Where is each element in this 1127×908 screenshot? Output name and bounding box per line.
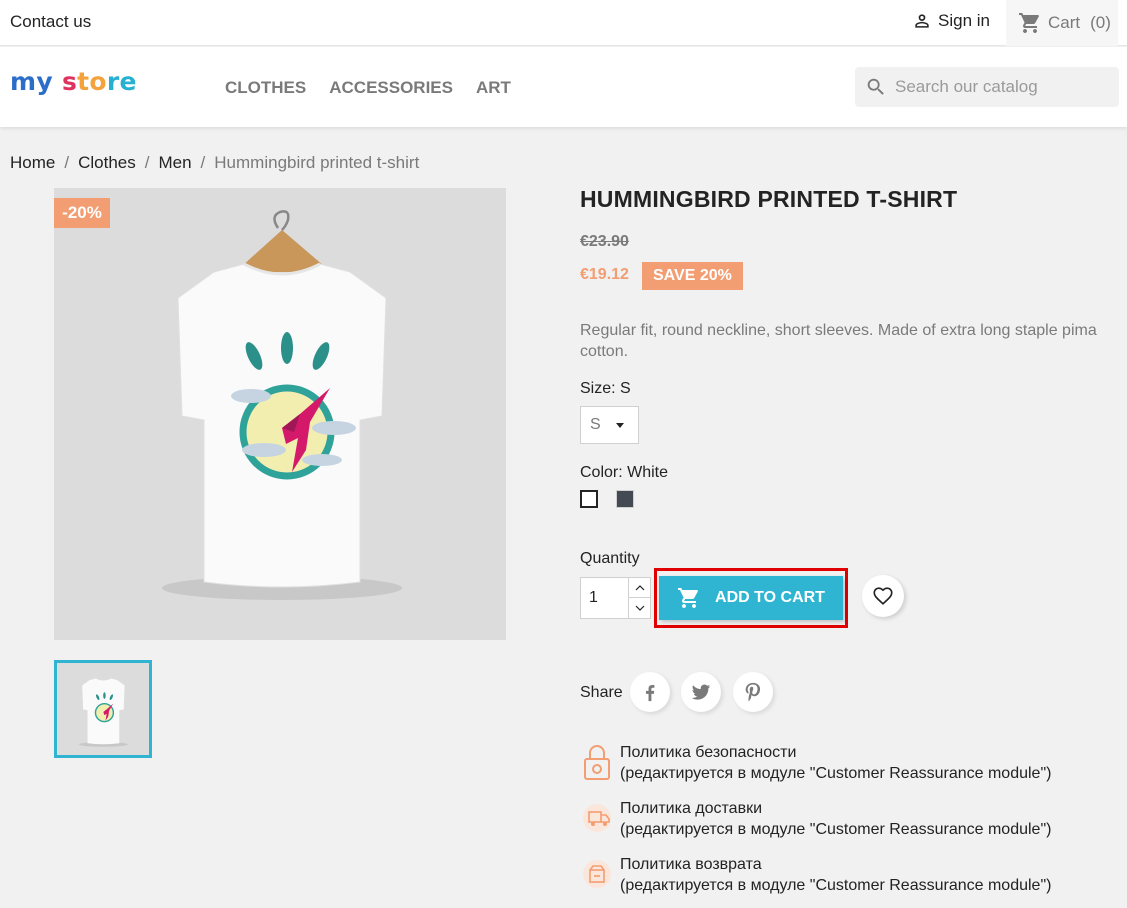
cart-button[interactable]: Cart (0)	[1006, 0, 1118, 46]
caret-down-icon	[616, 423, 624, 428]
reassurance-subtitle: (редактируется в модуле "Customer Reassu…	[620, 821, 1052, 838]
chevron-down-icon	[635, 605, 644, 611]
header: my store CLOTHES ACCESSORIES ART	[0, 47, 1127, 127]
color-swatch-white[interactable]	[580, 490, 598, 508]
size-select-value: S	[590, 416, 601, 433]
regular-price: €23.90	[580, 233, 629, 250]
reassurance-title: Политика доставки	[620, 800, 762, 817]
nav-item-art[interactable]: ART	[476, 78, 511, 98]
heart-icon	[873, 587, 893, 605]
share-label: Share	[580, 684, 623, 701]
breadcrumb-clothes[interactable]: Clothes	[78, 153, 136, 173]
reassurance-item-returns: Политика возврата (редактируется в модул…	[580, 854, 1100, 896]
breadcrumb-separator: /	[200, 153, 206, 172]
product-title: HUMMINGBIRD PRINTED T-SHIRT	[580, 186, 958, 212]
breadcrumb-men[interactable]: Men	[158, 153, 191, 173]
color-swatch-grey[interactable]	[616, 490, 634, 508]
cart-icon	[1019, 13, 1039, 33]
product-description: Regular fit, round neckline, short sleev…	[580, 322, 1097, 360]
reassurance-title: Политика безопасности	[620, 744, 797, 761]
breadcrumb: Home / Clothes / Men / Hummingbird print…	[10, 153, 419, 173]
breadcrumb-separator: /	[144, 153, 150, 172]
user-icon	[915, 14, 929, 28]
breadcrumb-separator: /	[64, 153, 70, 172]
sign-in-link[interactable]: Sign in	[912, 11, 990, 31]
search-icon[interactable]	[865, 76, 887, 98]
reassurance-subtitle: (редактируется в модуле "Customer Reassu…	[620, 765, 1052, 782]
logo-text-part: re	[106, 67, 137, 96]
search-box	[855, 67, 1119, 107]
tshirt-thumbnail-image	[78, 678, 128, 747]
size-select[interactable]: S	[580, 406, 639, 444]
pinterest-icon	[745, 682, 761, 702]
quantity-stepper	[580, 577, 651, 619]
cart-count: (0)	[1090, 13, 1111, 32]
product-thumbnail[interactable]	[54, 660, 152, 758]
share-pinterest-button[interactable]	[733, 672, 773, 712]
nav-item-accessories[interactable]: ACCESSORIES	[329, 78, 453, 98]
add-to-cart-button[interactable]: ADD TO CART	[659, 576, 843, 620]
quantity-increase-button[interactable]	[628, 578, 650, 598]
discount-flag: -20%	[54, 198, 110, 228]
logo-text-part: s	[52, 67, 78, 96]
top-bar: Contact us Sign in Cart (0)	[0, 0, 1127, 46]
search-input[interactable]	[895, 77, 1105, 97]
tshirt-illustration	[162, 210, 402, 600]
reassurance-subtitle: (редактируется в модуле "Customer Reassu…	[620, 877, 1052, 894]
breadcrumb-home[interactable]: Home	[10, 153, 55, 173]
lock-icon	[580, 742, 614, 782]
size-label: Size: S	[580, 380, 631, 397]
add-to-cart-label: ADD TO CART	[715, 589, 825, 606]
reassurance-item-security: Политика безопасности (редактируется в м…	[580, 742, 1100, 784]
facebook-icon	[645, 684, 655, 702]
reassurance-title: Политика возврата	[620, 856, 762, 873]
chevron-up-icon	[635, 584, 644, 590]
twitter-icon	[691, 684, 711, 700]
color-label: Color: White	[580, 464, 669, 481]
sign-in-label: Sign in	[938, 11, 990, 30]
quantity-decrease-button[interactable]	[628, 598, 650, 618]
contact-us-link[interactable]: Contact us	[10, 12, 91, 32]
main-nav: CLOTHES ACCESSORIES ART	[225, 78, 511, 98]
wishlist-button[interactable]	[862, 575, 904, 617]
return-box-icon	[580, 854, 614, 894]
reassurance-item-delivery: Политика доставки (редактируется в модул…	[580, 798, 1100, 840]
cart-icon	[678, 588, 698, 608]
store-logo[interactable]: my store	[10, 67, 137, 96]
truck-icon	[580, 798, 614, 838]
cart-label: Cart	[1048, 13, 1081, 32]
save-badge: SAVE 20%	[642, 262, 743, 290]
logo-text-part: to	[77, 67, 107, 96]
logo-text-part: my	[10, 67, 53, 96]
quantity-input[interactable]	[581, 578, 629, 618]
nav-item-clothes[interactable]: CLOTHES	[225, 78, 306, 98]
current-price: €19.12	[580, 266, 629, 283]
quantity-label: Quantity	[580, 550, 640, 567]
share-facebook-button[interactable]	[630, 672, 670, 712]
share-twitter-button[interactable]	[681, 672, 721, 712]
breadcrumb-current: Hummingbird printed t-shirt	[214, 153, 420, 172]
product-main-image[interactable]	[54, 188, 506, 640]
